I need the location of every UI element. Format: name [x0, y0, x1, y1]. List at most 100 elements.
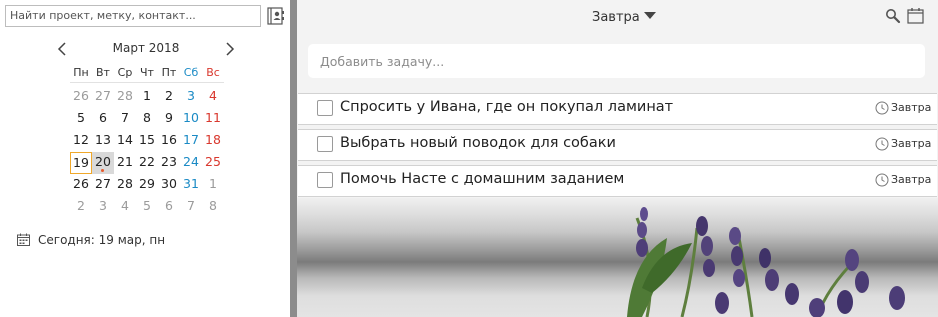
calendar-day-number: 12 — [73, 132, 89, 147]
calendar-day-number: 23 — [161, 154, 177, 169]
calendar-day[interactable]: 12 — [70, 130, 92, 152]
calendar-day-number: 28 — [117, 88, 133, 103]
calendar-day[interactable]: 1 — [136, 86, 158, 108]
clock-icon — [875, 137, 889, 151]
calendar-day-number: 3 — [187, 88, 195, 103]
task-checkbox[interactable] — [317, 100, 333, 116]
calendar-icon — [907, 8, 924, 24]
calendar-day[interactable]: 1 — [202, 174, 224, 196]
task-row[interactable]: Выбрать новый поводок для собаки Завтра — [298, 129, 937, 161]
calendar-day-number: 27 — [95, 176, 111, 191]
calendar-day[interactable]: 23 — [158, 152, 180, 174]
calendar-button[interactable] — [907, 7, 924, 24]
prev-month-button[interactable] — [55, 40, 71, 58]
calendar-day-number: 7 — [187, 198, 195, 213]
calendar-day-number: 8 — [209, 198, 217, 213]
task-checkbox[interactable] — [317, 172, 333, 188]
task-title[interactable]: Спросить у Ивана, где он покупал ламинат — [340, 99, 673, 115]
weekday-thu: Чт — [140, 66, 154, 79]
calendar-day[interactable]: 13 — [92, 130, 114, 152]
clock-icon — [875, 101, 889, 115]
contacts-button[interactable] — [266, 6, 286, 26]
calendar-day[interactable]: 15 — [136, 130, 158, 152]
search-button[interactable] — [885, 8, 901, 24]
search-icon — [886, 9, 901, 24]
calendar-day[interactable]: 6 — [158, 196, 180, 218]
calendar-day[interactable]: 24 — [180, 152, 202, 174]
calendar-day-number: 7 — [121, 110, 129, 125]
search-input[interactable]: Найти проект, метку, контакт... — [5, 5, 261, 27]
calendar-day-number: 22 — [139, 154, 155, 169]
today-label: Сегодня: 19 мар, пн — [38, 233, 166, 247]
calendar-day[interactable]: 11 — [202, 108, 224, 130]
calendar-day-number: 10 — [183, 110, 199, 125]
calendar-day[interactable]: 4 — [114, 196, 136, 218]
task-row[interactable]: Спросить у Ивана, где он покупал ламинат… — [298, 93, 937, 125]
caret-down-icon — [643, 12, 656, 19]
calendar-day[interactable]: 16 — [158, 130, 180, 152]
calendar-day[interactable]: 17 — [180, 130, 202, 152]
calendar-day[interactable]: 30 — [158, 174, 180, 196]
add-task-input[interactable]: Добавить задачу... — [308, 44, 925, 78]
calendar-day-number: 15 — [139, 132, 155, 147]
calendar-day[interactable]: 14 — [114, 130, 136, 152]
calendar-day-number: 6 — [165, 198, 173, 213]
calendar-day-number: 2 — [165, 88, 173, 103]
calendar-day-number: 2 — [77, 198, 85, 213]
calendar-day[interactable]: 28 — [114, 86, 136, 108]
calendar-day-number: 16 — [161, 132, 177, 147]
task-title[interactable]: Выбрать новый поводок для собаки — [340, 135, 616, 151]
calendar-day[interactable]: 26 — [70, 174, 92, 196]
task-row[interactable]: Помочь Насте с домашним заданием Завтра — [298, 165, 937, 197]
calendar-day-number: 26 — [73, 176, 89, 191]
main-pane: Завтра Добавить задачу... Спросить у Ива… — [297, 0, 938, 317]
calendar-day[interactable]: 22 — [136, 152, 158, 174]
calendar-day-number: 29 — [139, 176, 155, 191]
calendar-day[interactable]: 5 — [136, 196, 158, 218]
weekday-mon: Пн — [73, 66, 89, 79]
weekday-fri: Пт — [161, 66, 177, 79]
calendar-day[interactable]: 29 — [136, 174, 158, 196]
calendar-day-number: 5 — [77, 110, 85, 125]
calendar-day[interactable]: 25 — [202, 152, 224, 174]
calendar-day[interactable]: 2 — [70, 196, 92, 218]
view-dropdown[interactable]: Завтра — [592, 10, 656, 28]
task-title[interactable]: Помочь Насте с домашним заданием — [340, 171, 624, 187]
task-due-label[interactable]: Завтра — [891, 137, 931, 150]
task-checkbox[interactable] — [317, 136, 333, 152]
calendar-day-number: 18 — [205, 132, 221, 147]
calendar-day[interactable]: 20 — [92, 152, 114, 174]
calendar-day-number: 24 — [183, 154, 199, 169]
calendar-day[interactable]: 27 — [92, 86, 114, 108]
chevron-right-icon — [226, 42, 235, 56]
pane-divider[interactable] — [290, 0, 297, 317]
calendar-day[interactable]: 7 — [180, 196, 202, 218]
calendar-day[interactable]: 5 — [70, 108, 92, 130]
calendar-day[interactable]: 10 — [180, 108, 202, 130]
calendar-day-today[interactable]: 19 — [70, 152, 92, 174]
task-due-label[interactable]: Завтра — [891, 173, 931, 186]
calendar-day[interactable]: 9 — [158, 108, 180, 130]
calendar-day[interactable]: 7 — [114, 108, 136, 130]
calendar-day[interactable]: 31 — [180, 174, 202, 196]
background-photo — [297, 198, 938, 317]
calendar-day[interactable]: 26 — [70, 86, 92, 108]
calendar-day-number: 8 — [143, 110, 151, 125]
calendar-day[interactable]: 4 — [202, 86, 224, 108]
calendar-weekday-header: Пн Вт Ср Чт Пт Сб Вс — [70, 66, 224, 82]
calendar-day[interactable]: 21 — [114, 152, 136, 174]
calendar-day[interactable]: 18 — [202, 130, 224, 152]
calendar-day[interactable]: 3 — [92, 196, 114, 218]
next-month-button[interactable] — [221, 40, 237, 58]
calendar-day-number: 4 — [209, 88, 217, 103]
calendar-day[interactable]: 2 — [158, 86, 180, 108]
calendar-day-number: 19 — [73, 155, 89, 170]
chevron-left-icon — [57, 42, 66, 56]
calendar-day[interactable]: 6 — [92, 108, 114, 130]
calendar-day[interactable]: 8 — [202, 196, 224, 218]
calendar-day[interactable]: 3 — [180, 86, 202, 108]
task-due-label[interactable]: Завтра — [891, 101, 931, 114]
calendar-day[interactable]: 27 — [92, 174, 114, 196]
calendar-day[interactable]: 28 — [114, 174, 136, 196]
calendar-day[interactable]: 8 — [136, 108, 158, 130]
